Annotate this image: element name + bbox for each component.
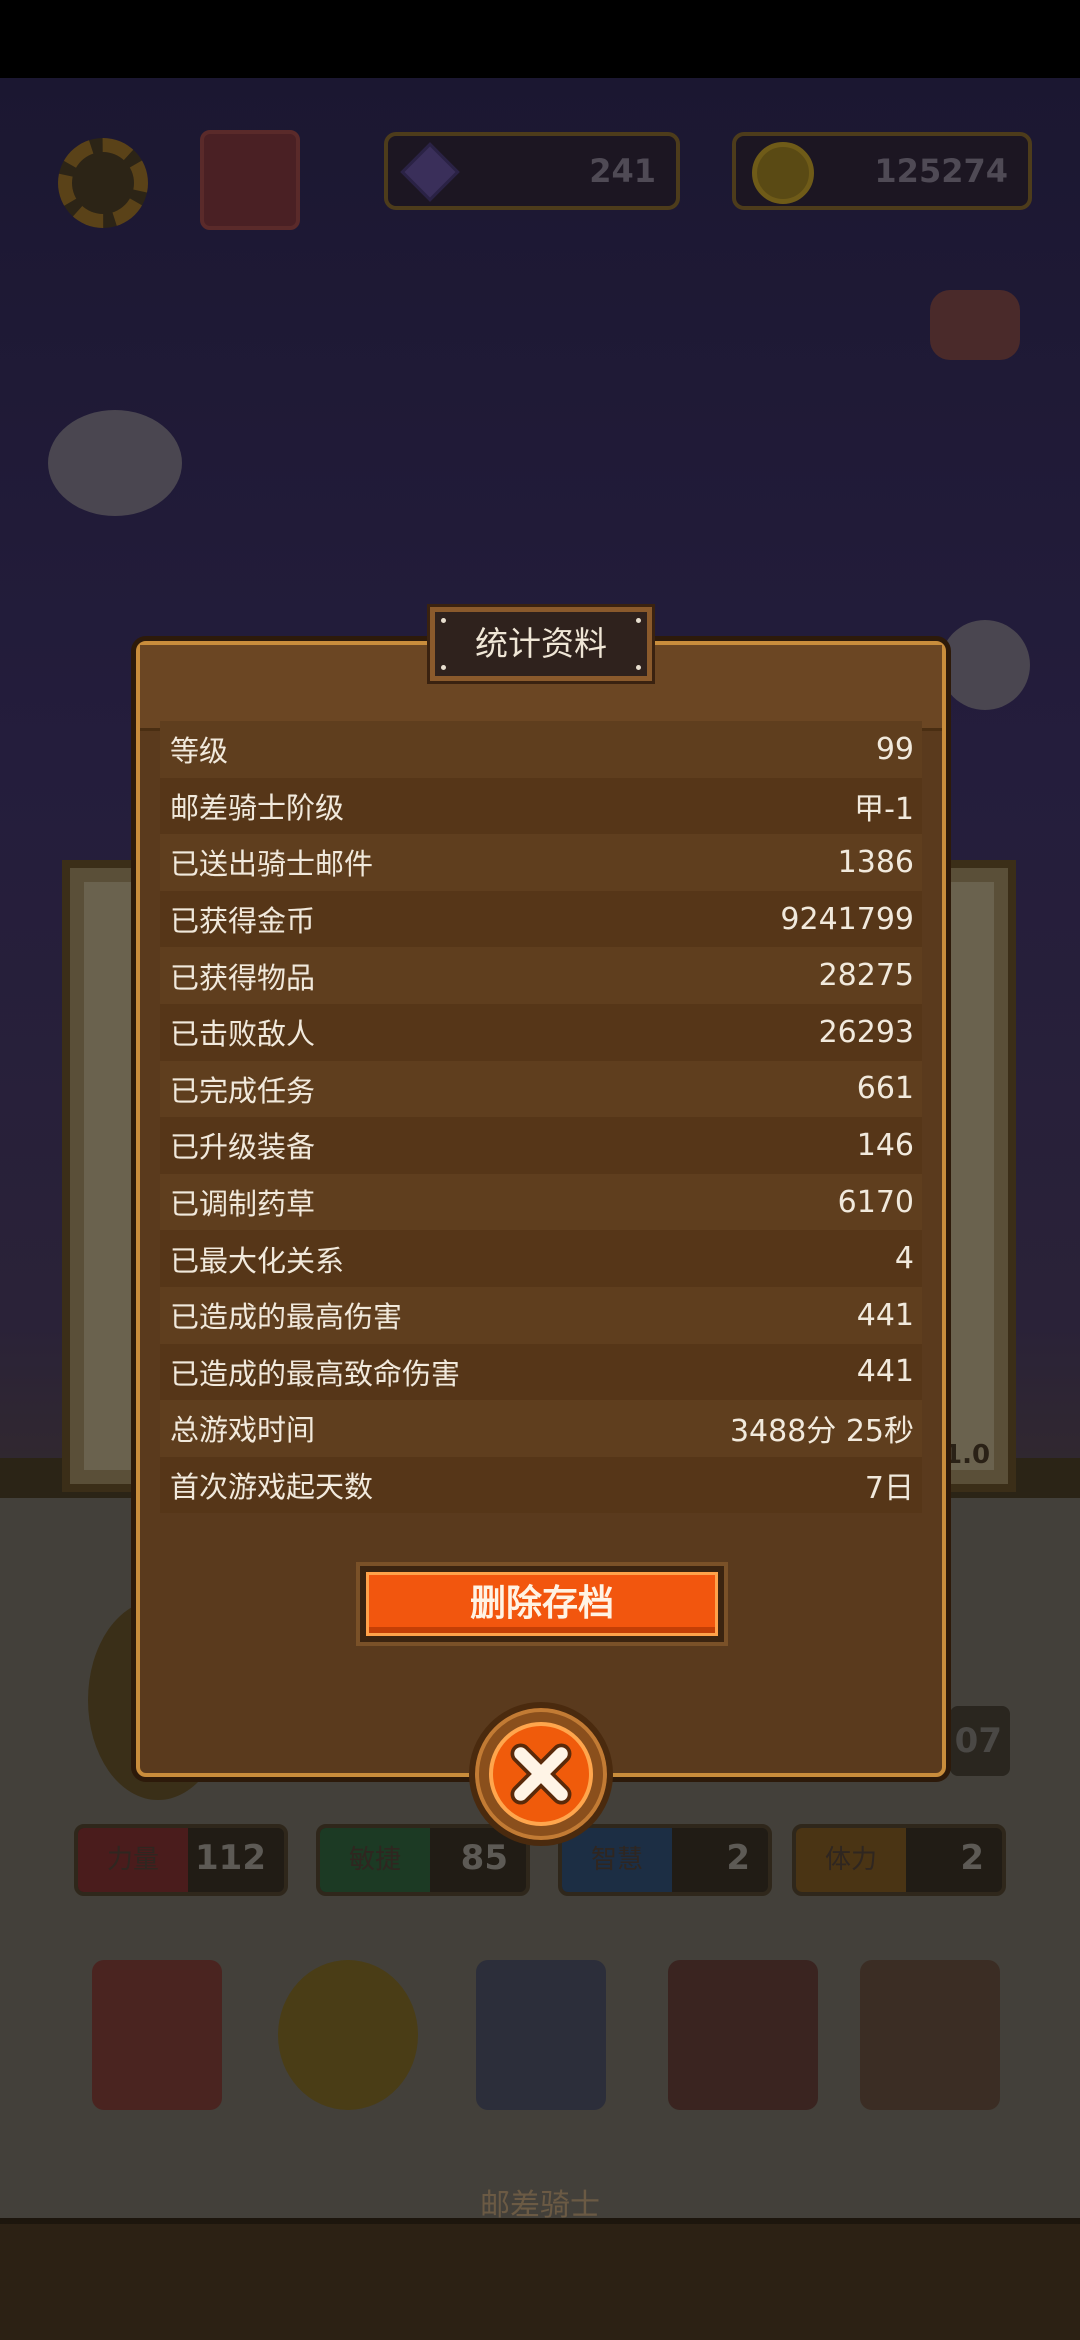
stat-row: 已获得金币 9241799 bbox=[160, 890, 922, 948]
speech-bubble-icon[interactable] bbox=[940, 620, 1030, 710]
stat-row: 首次游戏起天数 7日 bbox=[160, 1456, 922, 1514]
scroll-bubble-icon[interactable] bbox=[48, 410, 182, 516]
coin-icon bbox=[752, 142, 814, 204]
stat-label: 敏捷 bbox=[320, 1828, 430, 1892]
stat-row: 已获得物品 28275 bbox=[160, 947, 922, 1004]
stat-stamina: 体力 2 bbox=[792, 1824, 1006, 1896]
gear-icon[interactable] bbox=[58, 138, 148, 228]
gem-counter: 241 bbox=[384, 132, 680, 210]
close-icon bbox=[510, 1743, 572, 1805]
stat-row: 已击败敌人 26293 bbox=[160, 1003, 922, 1061]
stat-label: 力量 bbox=[78, 1828, 188, 1892]
star-coin-menu-icon[interactable] bbox=[278, 1960, 418, 2110]
coin-counter: 125274 bbox=[732, 132, 1032, 210]
dialog-title: 统计资料 bbox=[475, 624, 607, 663]
stat-row: 总游戏时间 3488分 25秒 bbox=[160, 1400, 922, 1457]
dialog-title-plate: 统计资料 bbox=[430, 607, 652, 681]
footer-bar bbox=[0, 2218, 1080, 2340]
stat-label: 智慧 bbox=[562, 1828, 672, 1892]
stat-label: 体力 bbox=[796, 1828, 906, 1892]
version-label: 1.0 bbox=[944, 1440, 991, 1470]
stat-row: 已调制药草 6170 bbox=[160, 1173, 922, 1231]
stat-wisdom: 智慧 2 bbox=[558, 1824, 772, 1896]
stat-row: 已完成任务 661 bbox=[160, 1060, 922, 1118]
stat-row: 已送出骑士邮件 1386 bbox=[160, 834, 922, 891]
stats-list: 等级 99 邮差骑士阶级 甲-1 已送出骑士邮件 1386 已获得金币 9241799 … bbox=[160, 721, 922, 1514]
stat-row: 邮差骑士阶级 甲-1 bbox=[160, 777, 922, 835]
footer-title: 邮差骑士 bbox=[480, 2188, 600, 2223]
gift-icon[interactable] bbox=[200, 130, 300, 230]
status-bar bbox=[0, 0, 1080, 78]
potion-icon[interactable] bbox=[930, 290, 1020, 360]
background-counter: 07 bbox=[950, 1706, 1010, 1776]
stat-value: 85 bbox=[460, 1838, 508, 1878]
stat-row: 已造成的最高致命伤害 441 bbox=[160, 1343, 922, 1401]
bag-menu-icon[interactable] bbox=[860, 1960, 1000, 2110]
statistics-dialog: 统计资料 等级 99 邮差骑士阶级 甲-1 已送出骑士邮件 1386 已获得金币 924… bbox=[136, 607, 946, 1777]
stat-value: 2 bbox=[960, 1838, 984, 1878]
cards-menu-icon[interactable] bbox=[476, 1960, 606, 2110]
close-button[interactable] bbox=[469, 1702, 613, 1846]
stat-agility: 敏捷 85 bbox=[316, 1824, 530, 1896]
delete-save-label: 删除存档 bbox=[366, 1572, 718, 1636]
stat-strength: 力量 112 bbox=[74, 1824, 288, 1896]
equipment-menu-icon[interactable] bbox=[668, 1960, 818, 2110]
coin-count: 125274 bbox=[874, 152, 1008, 190]
gem-icon bbox=[400, 142, 460, 202]
gem-count: 241 bbox=[589, 152, 656, 190]
stat-row: 已造成的最高伤害 441 bbox=[160, 1286, 922, 1344]
book-menu-icon[interactable] bbox=[92, 1960, 222, 2110]
delete-save-button[interactable]: 删除存档 bbox=[356, 1562, 728, 1646]
stat-row: 等级 99 bbox=[160, 721, 922, 778]
stat-value: 2 bbox=[726, 1838, 750, 1878]
stat-row: 已最大化关系 4 bbox=[160, 1230, 922, 1287]
stat-value: 112 bbox=[195, 1838, 266, 1878]
stat-row: 已升级装备 146 bbox=[160, 1117, 922, 1174]
